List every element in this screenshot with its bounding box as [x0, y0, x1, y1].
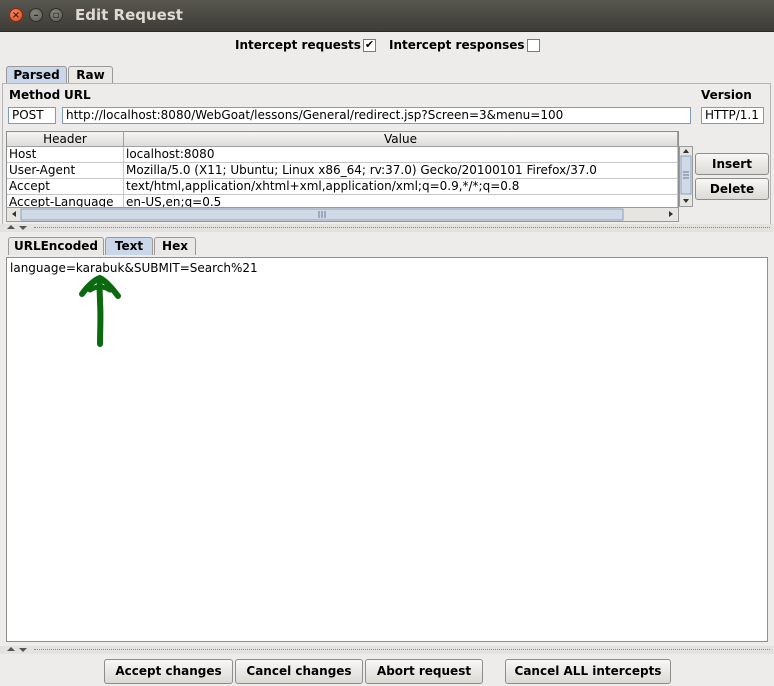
header-name-cell: Accept	[7, 179, 124, 194]
delete-button[interactable]: Delete	[695, 178, 769, 200]
cancel-all-intercepts-button[interactable]: Cancel ALL intercepts	[505, 659, 671, 684]
window-title: Edit Request	[75, 6, 183, 24]
accept-changes-button[interactable]: Accept changes	[104, 659, 233, 684]
value-column-title[interactable]: Value	[124, 132, 678, 147]
header-name-cell: User-Agent	[7, 163, 124, 178]
close-icon[interactable]: ×	[9, 8, 23, 22]
table-row[interactable]: Accept text/html,application/xhtml+xml,a…	[7, 179, 678, 195]
header-column-title[interactable]: Header	[7, 132, 124, 147]
collapse-up-icon[interactable]	[7, 647, 15, 651]
headers-horizontal-scrollbar[interactable]	[6, 207, 679, 222]
tab-text[interactable]: Text	[105, 237, 153, 255]
header-value-cell: localhost:8080	[124, 147, 678, 162]
insert-button[interactable]: Insert	[695, 153, 769, 175]
method-field[interactable]: POST	[8, 107, 56, 124]
tab-parsed[interactable]: Parsed	[6, 66, 67, 84]
scroll-right-arrow-icon[interactable]	[669, 211, 673, 217]
header-value-cell: Mozilla/5.0 (X11; Ubuntu; Linux x86_64; …	[124, 163, 678, 178]
scroll-up-arrow-icon[interactable]	[683, 149, 689, 153]
body-text[interactable]: language=karabuk&SUBMIT=Search%21	[10, 261, 258, 275]
intercept-requests-checkbox[interactable]: ✔	[363, 39, 376, 52]
version-label: Version	[701, 88, 752, 102]
minimize-icon[interactable]: –	[29, 8, 43, 22]
maximize-icon[interactable]: ▫	[49, 8, 63, 22]
version-field[interactable]: HTTP/1.1	[701, 107, 764, 124]
collapse-down-icon[interactable]	[19, 226, 27, 230]
collapse-up-icon[interactable]	[7, 225, 15, 229]
intercept-requests-label: Intercept requests :	[235, 38, 370, 52]
intercept-responses-checkbox[interactable]	[527, 39, 540, 52]
headers-table: Header Value Host localhost:8080 User-Ag…	[6, 131, 679, 208]
title-bar: × – ▫ Edit Request	[0, 0, 774, 32]
header-value-cell: text/html,application/xhtml+xml,applicat…	[124, 179, 678, 194]
bottom-split-pane-divider[interactable]	[0, 646, 774, 654]
url-field[interactable]: http://localhost:8080/WebGoat/lessons/Ge…	[62, 107, 691, 124]
collapse-down-icon[interactable]	[19, 648, 27, 652]
intercept-responses-label: Intercept responses :	[389, 38, 534, 52]
scroll-down-arrow-icon[interactable]	[683, 199, 689, 203]
abort-request-button[interactable]: Abort request	[365, 659, 483, 684]
header-name-cell: Host	[7, 147, 124, 162]
headers-vertical-scrollbar[interactable]	[679, 146, 693, 207]
split-pane-divider[interactable]	[0, 224, 774, 232]
arrow-up-icon	[79, 275, 121, 347]
table-row[interactable]: User-Agent Mozilla/5.0 (X11; Ubuntu; Lin…	[7, 163, 678, 179]
table-row[interactable]: Host localhost:8080	[7, 147, 678, 163]
url-label: URL	[64, 88, 91, 102]
tab-urlencoded[interactable]: URLEncoded	[8, 237, 104, 255]
tab-raw[interactable]: Raw	[68, 66, 113, 84]
method-label: Method	[9, 88, 61, 102]
cancel-changes-button[interactable]: Cancel changes	[235, 659, 363, 684]
scroll-left-arrow-icon[interactable]	[12, 211, 16, 217]
tab-hex[interactable]: Hex	[154, 237, 196, 255]
